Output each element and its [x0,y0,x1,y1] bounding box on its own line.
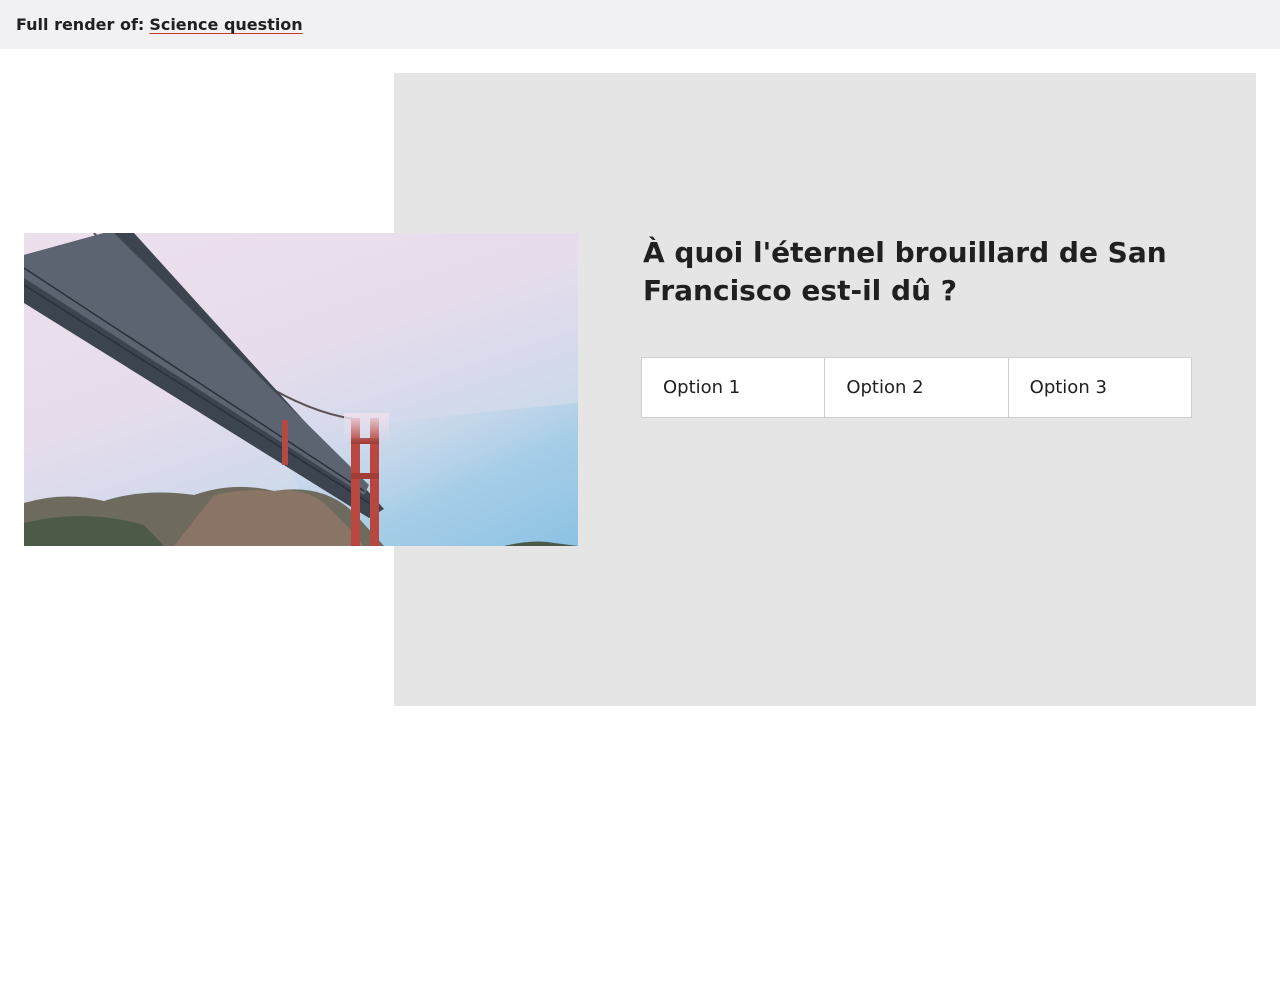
option-3-button[interactable]: Option 3 [1008,358,1191,417]
question-title: À quoi l'éternel brouillard de San Franc… [643,236,1167,307]
science-question-link[interactable]: Science question [149,15,302,34]
option-1-button[interactable]: Option 1 [642,358,826,417]
option-2-button[interactable]: Option 2 [825,358,1009,417]
render-prefix-label: Full render of: [16,15,145,34]
bridge-photo [24,233,578,546]
answer-options: Option 1 Option 2 Option 3 [641,357,1192,418]
top-bar: Full render of: Science question [0,0,1280,49]
